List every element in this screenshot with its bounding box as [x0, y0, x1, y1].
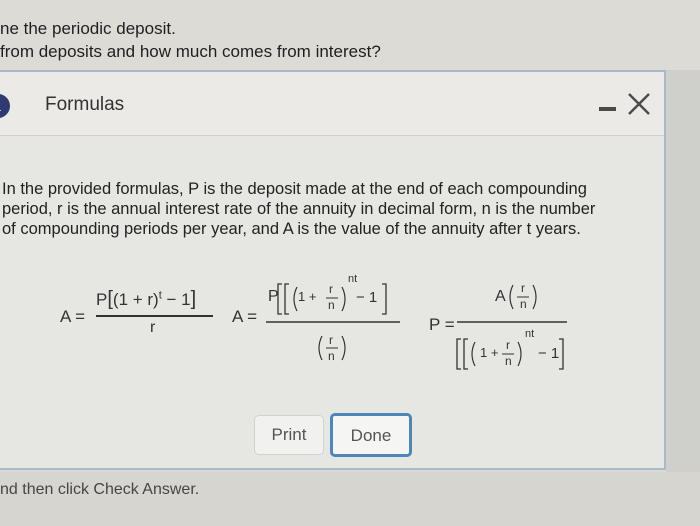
background-text-line-2: from deposits and how much comes from in…	[0, 42, 381, 61]
formula-periods: n	[520, 297, 527, 311]
background-page-top	[0, 0, 700, 78]
dialog-header: i Formulas	[0, 72, 664, 136]
formula-rate: r	[521, 281, 525, 295]
formula-lhs: A =	[232, 307, 258, 326]
close-icon[interactable]	[626, 91, 652, 117]
info-icon: i	[0, 94, 10, 118]
formula-periods: n	[505, 354, 512, 368]
background-text-line-1: ne the periodic deposit.	[0, 19, 176, 38]
formula-minus-one: − 1	[538, 345, 560, 362]
minimize-icon[interactable]	[599, 107, 616, 111]
description-line: period, r is the annual interest rate of…	[2, 200, 596, 218]
background-right-strip	[666, 70, 700, 472]
print-button[interactable]: Print	[254, 415, 324, 455]
formula-rate: r	[506, 338, 510, 352]
dialog-title: Formulas	[45, 94, 125, 115]
formula-exponent: nt	[348, 273, 358, 285]
formula-growth-term: (1 + r)	[112, 290, 159, 309]
formulas-dialog: i Formulas In the provided formulas, P i…	[0, 70, 666, 470]
formula-annuity-value-1: A = P[(1 + r)t − 1] r	[60, 280, 220, 350]
formula-rate: r	[329, 282, 333, 296]
formula-one-plus: 1 +	[480, 345, 499, 360]
dialog-description: In the provided formulas, P is the depos…	[2, 179, 654, 239]
formula-minus-one: − 1	[166, 290, 191, 309]
description-line: of compounding periods per year, and A i…	[2, 220, 581, 238]
formula-one-plus: 1 +	[298, 289, 317, 304]
formula-periodic-deposit: P = A r n 1 + r n nt − 1	[429, 277, 569, 372]
done-button[interactable]: Done	[330, 413, 412, 457]
formula-deposit-symbol: P	[268, 288, 279, 305]
formula-lhs: A =	[60, 307, 86, 326]
formula-periods: n	[328, 298, 335, 312]
formula-rate: r	[329, 333, 333, 347]
formula-deposit-symbol: P	[96, 290, 108, 309]
formula-minus-one: − 1	[356, 289, 378, 306]
formula-exponent: nt	[525, 328, 535, 340]
description-line: In the provided formulas, P is the depos…	[2, 180, 587, 198]
formula-periods: n	[328, 349, 335, 363]
fraction-bar	[96, 315, 213, 317]
formula-denominator: r	[150, 319, 156, 336]
background-footer-text: nd then click Check Answer.	[0, 481, 200, 498]
formula-exponent: t	[158, 289, 162, 302]
formula-annuity-symbol: A	[495, 288, 506, 305]
formula-annuity-value-2: A = P 1 + r n nt − 1 r n	[232, 270, 412, 370]
